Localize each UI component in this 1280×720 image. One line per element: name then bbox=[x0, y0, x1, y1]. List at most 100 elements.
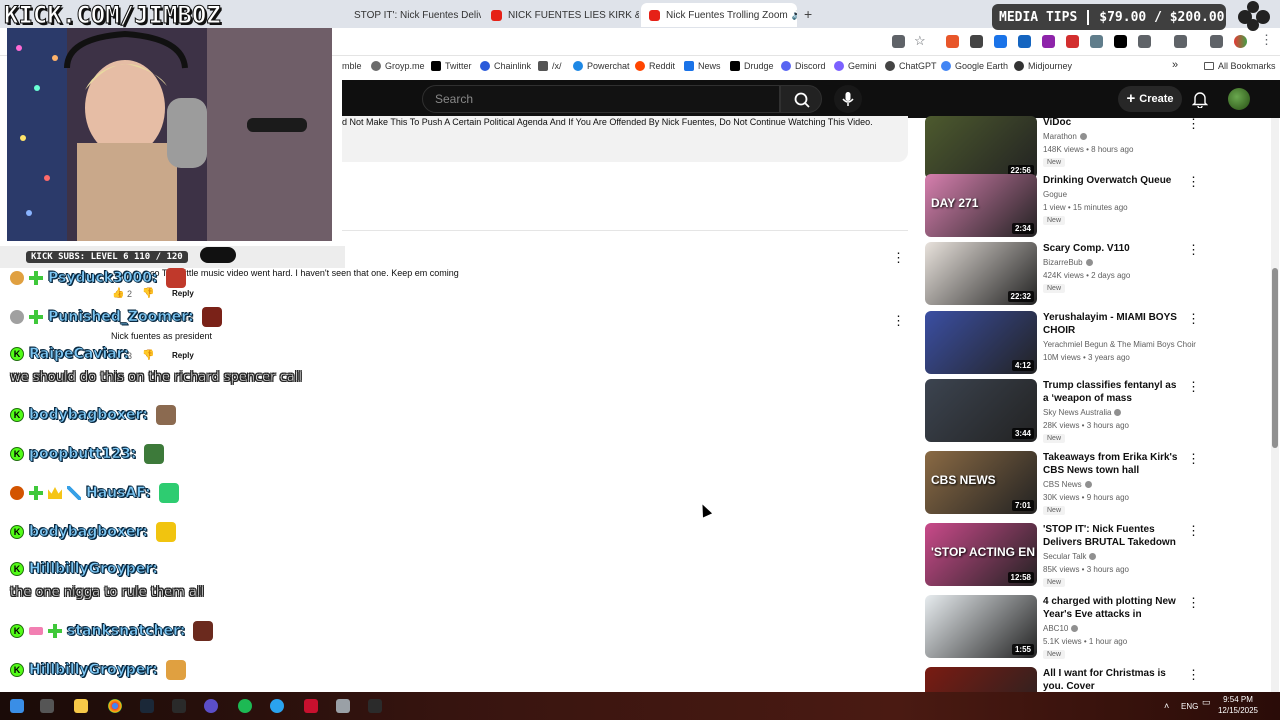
video-thumbnail[interactable]: 3:44 bbox=[925, 379, 1037, 442]
app-icon[interactable] bbox=[336, 699, 350, 713]
app-icon[interactable] bbox=[172, 699, 186, 713]
bookmark-item[interactable]: Discord bbox=[781, 61, 826, 71]
clock-date[interactable]: 12/15/2025 bbox=[1212, 706, 1264, 715]
spotify-icon[interactable] bbox=[238, 699, 252, 713]
video-title[interactable]: Trump classifies fentanyl as a ‘weapon o… bbox=[1043, 379, 1183, 405]
video-menu-icon[interactable]: ⋮ bbox=[1187, 243, 1200, 256]
search-input[interactable]: Search bbox=[422, 85, 780, 113]
menu-kebab-icon[interactable]: ⋮ bbox=[1260, 32, 1273, 47]
new-tab-button[interactable]: + bbox=[804, 6, 812, 22]
reply-button[interactable]: Reply bbox=[172, 289, 194, 298]
video-menu-icon[interactable]: ⋮ bbox=[1187, 380, 1200, 393]
puzzle-icon[interactable] bbox=[1138, 35, 1151, 48]
video-title[interactable]: All I want for Christmas is you. Cover bbox=[1043, 667, 1183, 693]
all-bookmarks[interactable]: All Bookmarks bbox=[1204, 61, 1276, 71]
channel-name[interactable]: CBS News bbox=[1043, 480, 1092, 489]
channel-name[interactable]: ABC10 bbox=[1043, 624, 1079, 633]
video-menu-icon[interactable]: ⋮ bbox=[1187, 312, 1200, 325]
bookmark-item[interactable]: Powerchat bbox=[573, 61, 630, 71]
video-item[interactable]: 3:44 Trump classifies fentanyl as a ‘weap… bbox=[925, 379, 1275, 443]
chrome-icon[interactable] bbox=[108, 699, 122, 713]
video-item[interactable]: 22:56 ViDoc Marathon 148K views • 8 hours a… bbox=[925, 116, 1275, 180]
user-avatar[interactable] bbox=[1228, 88, 1250, 110]
extension-icon[interactable] bbox=[946, 35, 959, 48]
bell-icon[interactable] bbox=[1192, 90, 1208, 108]
video-menu-icon[interactable]: ⋮ bbox=[1187, 117, 1200, 130]
browser-tab-active[interactable]: Nick Fuentes Trolling Zoom 🔊 ✕ bbox=[641, 3, 797, 27]
video-item[interactable]: 1:55 4 charged with plotting New Year's E… bbox=[925, 595, 1275, 659]
video-title[interactable]: Yerushalayim - MIAMI BOYS CHOIR bbox=[1043, 311, 1183, 337]
video-title[interactable]: Scary Comp. V110 bbox=[1043, 242, 1183, 255]
channel-name[interactable]: Yerachmiel Begun & The Miami Boys Choir bbox=[1043, 340, 1196, 349]
bookmark-item[interactable]: Chainlink bbox=[480, 61, 531, 71]
bookmark-item[interactable]: Google Earth bbox=[941, 61, 1008, 71]
network-icon[interactable]: ▭ bbox=[1202, 697, 1211, 708]
x-extension-icon[interactable] bbox=[1114, 35, 1127, 48]
channel-name[interactable]: BizarreBub bbox=[1043, 258, 1093, 267]
like-icon[interactable]: 👍 bbox=[112, 288, 124, 299]
video-title[interactable]: Takeaways from Erika Kirk's CBS News tow… bbox=[1043, 451, 1183, 477]
create-button[interactable]: + Create bbox=[1118, 86, 1182, 112]
video-menu-icon[interactable]: ⋮ bbox=[1187, 452, 1200, 465]
video-item[interactable]: DAY 271 2:34 Drinking Overwatch Queue Gogue… bbox=[925, 174, 1275, 238]
video-item[interactable]: 'STOP ACTING EN 12:58 'STOP IT': Nick Fuen… bbox=[925, 523, 1275, 587]
install-icon[interactable] bbox=[892, 35, 905, 48]
telegram-icon[interactable] bbox=[270, 699, 284, 713]
video-item[interactable]: CBS NEWS 7:01 Takeaways from Erika Kirk's … bbox=[925, 451, 1275, 515]
extension-icon[interactable] bbox=[1090, 35, 1103, 48]
video-item[interactable]: 4:12 Yerushalayim - MIAMI BOYS CHOIR Yerac… bbox=[925, 311, 1275, 375]
sidepanel-icon[interactable] bbox=[1174, 35, 1187, 48]
video-menu-icon[interactable]: ⋮ bbox=[1187, 668, 1200, 681]
video-thumbnail[interactable]: CBS NEWS 7:01 bbox=[925, 451, 1037, 514]
speaker-icon[interactable]: 🔊 bbox=[792, 10, 797, 21]
channel-name[interactable]: Secular Talk bbox=[1043, 552, 1097, 561]
windows-start-icon[interactable] bbox=[10, 699, 24, 713]
scrollbar-thumb[interactable] bbox=[1272, 268, 1278, 448]
extension-icon[interactable] bbox=[1018, 35, 1031, 48]
comment-menu-icon[interactable]: ⋮ bbox=[892, 314, 905, 327]
bookmark-item[interactable]: Reddit bbox=[635, 61, 675, 71]
browser-tab[interactable]: NICK FUENTES LIES KIRK & CA ✕ bbox=[483, 3, 639, 27]
video-thumbnail[interactable]: 'STOP ACTING EN 12:58 bbox=[925, 523, 1037, 586]
language-indicator[interactable]: ENG bbox=[1181, 702, 1198, 711]
video-thumbnail[interactable]: 1:55 bbox=[925, 595, 1037, 658]
voice-search-button[interactable] bbox=[834, 85, 862, 113]
extension-icon[interactable] bbox=[970, 35, 983, 48]
video-title[interactable]: ViDoc bbox=[1043, 116, 1183, 129]
bookmarks-overflow-icon[interactable]: » bbox=[1172, 59, 1178, 71]
video-menu-icon[interactable]: ⋮ bbox=[1187, 596, 1200, 609]
extension-icon[interactable] bbox=[1042, 35, 1055, 48]
star-icon[interactable]: ☆ bbox=[914, 33, 927, 48]
bookmark-item[interactable]: Twitter bbox=[431, 61, 472, 71]
bookmark-item[interactable]: Midjourney bbox=[1014, 61, 1072, 71]
channel-name[interactable]: Gogue bbox=[1043, 190, 1067, 199]
bookmark-item[interactable]: Groyp.me bbox=[371, 61, 425, 71]
video-menu-icon[interactable]: ⋮ bbox=[1187, 524, 1200, 537]
obs-icon[interactable] bbox=[204, 699, 218, 713]
extension-icon[interactable] bbox=[1066, 35, 1079, 48]
bookmark-item[interactable]: Gemini bbox=[834, 61, 877, 71]
video-item[interactable]: 22:32 Scary Comp. V110 BizarreBub 424K view… bbox=[925, 242, 1275, 306]
dislike-icon[interactable]: 👎 bbox=[142, 350, 154, 361]
search-button[interactable] bbox=[780, 85, 822, 113]
bookmark-item[interactable]: mble bbox=[342, 61, 362, 71]
channel-name[interactable]: Marathon bbox=[1043, 132, 1087, 141]
app-icon[interactable] bbox=[304, 699, 318, 713]
extension-icon[interactable] bbox=[994, 35, 1007, 48]
video-menu-icon[interactable]: ⋮ bbox=[1187, 175, 1200, 188]
clock-time[interactable]: 9:54 PM bbox=[1218, 695, 1258, 704]
channel-name[interactable]: Sky News Australia bbox=[1043, 408, 1122, 417]
steam-icon[interactable] bbox=[140, 699, 154, 713]
bookmark-item[interactable]: /x/ bbox=[538, 61, 562, 71]
profile-avatar[interactable] bbox=[1234, 35, 1247, 48]
bookmark-item[interactable]: Drudge bbox=[730, 61, 774, 71]
epic-games-icon[interactable] bbox=[368, 699, 382, 713]
reply-button[interactable]: Reply bbox=[172, 351, 194, 360]
browser-tab[interactable]: STOP IT': Nick Fuentes Delivers ✕ bbox=[346, 3, 481, 27]
comment-menu-icon[interactable]: ⋮ bbox=[892, 251, 905, 264]
tray-chevron-icon[interactable]: ˄ bbox=[1164, 701, 1169, 711]
video-thumbnail[interactable]: 22:32 bbox=[925, 242, 1037, 305]
video-thumbnail[interactable]: 22:56 bbox=[925, 116, 1037, 179]
task-view-icon[interactable] bbox=[40, 699, 54, 713]
file-explorer-icon[interactable] bbox=[74, 699, 88, 713]
